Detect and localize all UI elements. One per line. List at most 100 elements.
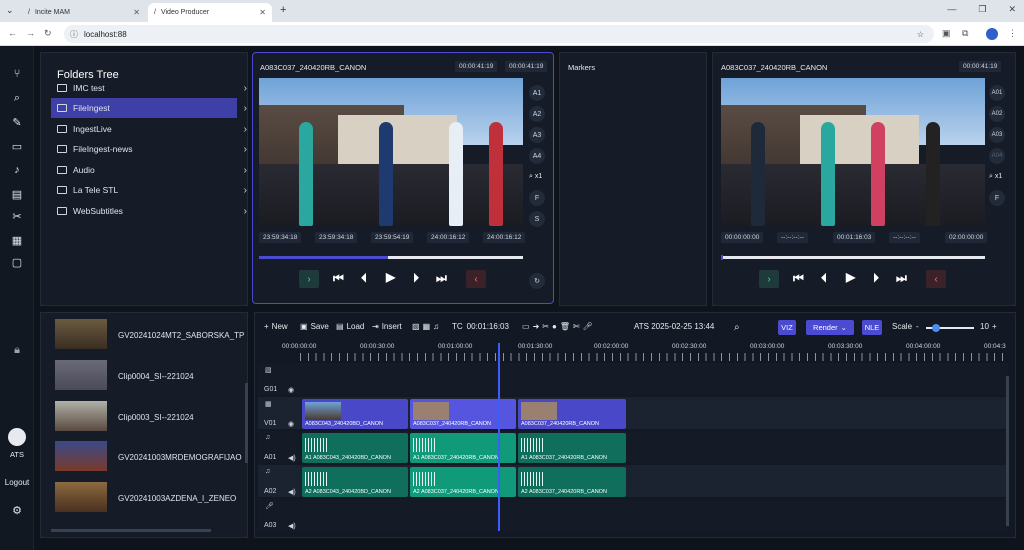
timeline-playhead[interactable] <box>498 343 500 531</box>
timeline-audio-clip[interactable]: A1 A083C043_240420BD_CANON <box>302 433 408 463</box>
mark-in-button[interactable]: › <box>299 270 319 288</box>
chevron-right-icon[interactable]: › <box>244 165 247 176</box>
step-back-icon[interactable]: ⏴ <box>361 271 367 286</box>
mark-out-button[interactable]: ‹ <box>926 270 946 288</box>
back-icon[interactable]: ← <box>8 28 17 38</box>
clip-list-hscrollbar[interactable] <box>51 529 211 532</box>
mark-in-button[interactable]: › <box>759 270 779 288</box>
forward-icon[interactable]: → <box>26 28 35 38</box>
tools-icon[interactable]: ✂ <box>9 208 25 224</box>
skip-start-icon[interactable]: ⏮ <box>793 271 804 286</box>
clip-list-scrollbar[interactable] <box>245 383 248 463</box>
step-back-icon[interactable]: ⏴ <box>821 271 827 286</box>
chevron-right-icon[interactable]: › <box>244 144 247 155</box>
restore-icon[interactable]: ❐ <box>978 4 986 15</box>
step-forward-icon[interactable]: ⏵ <box>873 271 879 286</box>
audio-a04-toggle[interactable]: A04 <box>989 148 1005 164</box>
insert-button[interactable]: ⇥ Insert <box>372 322 402 331</box>
load-button[interactable]: ▤ Load <box>336 322 364 331</box>
audio-a3-toggle[interactable]: A3 <box>529 127 545 143</box>
audio-a2-toggle[interactable]: A2 <box>529 106 545 122</box>
viz-button[interactable]: VIZ <box>778 320 796 335</box>
timeline-audio-clip[interactable]: A2 A083C043_240420BD_CANON <box>302 467 408 497</box>
mic-icon[interactable]: 🎤︎ <box>583 322 596 331</box>
monitor-icon[interactable]: ▭ <box>522 322 533 331</box>
eye-icon[interactable]: ◉ <box>288 386 294 394</box>
reload-icon[interactable]: ↻ <box>44 28 52 39</box>
profile-avatar[interactable] <box>986 28 998 40</box>
delete-icon[interactable]: 🗑︎ <box>560 322 573 331</box>
folder-icon[interactable]: ▢ <box>9 254 25 270</box>
folder-item-fileingest[interactable]: FileIngest › <box>51 98 247 118</box>
url-field[interactable]: ⓘ localhost:88 ☆ <box>64 25 934 43</box>
new-button[interactable]: + New <box>264 322 288 331</box>
safe-area-toggle[interactable]: S <box>529 211 545 227</box>
folder-item-fileingest-news[interactable]: FileIngest-news › <box>51 139 247 159</box>
tab-menu-icon[interactable]: ⌄ <box>6 5 14 16</box>
clip-item[interactable]: GV20241003AZDENA_I_ZENEO <box>52 482 242 518</box>
source-scrubber[interactable] <box>259 256 523 259</box>
timeline-audio-clip[interactable]: A1 A083C037_240420RB_CANON <box>518 433 626 463</box>
render-dropdown[interactable]: Render ⌄ <box>806 320 854 335</box>
clip-item[interactable]: GV20241024MT2_SABORSKA_TP <box>52 319 244 355</box>
minimize-icon[interactable]: — <box>947 4 956 15</box>
nle-button[interactable]: NLE <box>862 320 882 335</box>
folder-item-audio[interactable]: Audio › <box>51 160 247 180</box>
chevron-right-icon[interactable]: › <box>244 185 247 196</box>
film-icon[interactable]: ▦ <box>423 322 434 331</box>
puzzle-icon[interactable]: ⧉ <box>962 28 968 39</box>
audio-a1-toggle[interactable]: A1 <box>529 85 545 101</box>
step-forward-icon[interactable]: ⏵ <box>413 271 419 286</box>
skip-end-icon[interactable]: ⏭ <box>896 271 907 286</box>
timeline-audio-clip[interactable]: A2 A083C037_240420RB_CANON <box>518 467 626 497</box>
search-icon[interactable]: ⌕ <box>9 90 25 106</box>
scale-plus-icon[interactable]: + <box>992 322 997 331</box>
image-icon[interactable]: ▧ <box>412 322 423 331</box>
audio-a01-toggle[interactable]: A01 <box>989 85 1005 101</box>
close-icon[interactable]: ✕ <box>259 8 266 17</box>
lock-icon[interactable]: 🔒︎ <box>9 342 25 358</box>
more-menu-icon[interactable]: ⋮ <box>1008 28 1017 39</box>
new-tab-icon[interactable]: + <box>280 4 286 16</box>
clip-item[interactable]: Clip0003_SI--221024 <box>52 401 242 437</box>
timeline-video-clip[interactable]: A083C037_240420RB_CANON <box>410 399 516 429</box>
clip-item[interactable]: GV20241003MRDEMOGRAFIJAO <box>52 441 242 477</box>
folder-item-la-tele-stl[interactable]: La Tele STL › <box>51 180 247 200</box>
cut-icon[interactable]: ✂ <box>542 322 552 331</box>
fullscreen-toggle[interactable]: F <box>989 190 1005 206</box>
close-window-icon[interactable]: ✕ <box>1008 4 1016 15</box>
scale-minus-icon[interactable]: - <box>916 322 919 331</box>
timeline-video-clip[interactable]: A083C043_240420BD_CANON <box>302 399 408 429</box>
program-video-frame[interactable] <box>721 78 985 226</box>
skip-start-icon[interactable]: ⏮ <box>333 271 344 286</box>
music-icon[interactable]: ♫ <box>433 322 442 331</box>
close-icon[interactable]: ✕ <box>133 8 140 17</box>
folder-item-websubtitles[interactable]: WebSubtitles › <box>51 201 247 221</box>
inbox-icon[interactable]: ▭ <box>9 138 25 154</box>
chevron-right-icon[interactable]: › <box>244 83 247 94</box>
zoom-control[interactable]: ⌕ x1 <box>989 173 1002 181</box>
folder-item-ingestlive[interactable]: IngestLive › <box>51 119 247 139</box>
search-icon[interactable]: ⌕ <box>734 322 740 333</box>
split-icon[interactable]: ✄ <box>573 322 583 331</box>
timeline-video-clip[interactable]: A083C037_240420RB_CANON <box>518 399 626 429</box>
browser-tab-incite[interactable]: / Incite MAM ✕ <box>22 3 146 22</box>
speaker-icon[interactable]: ◀) <box>288 522 296 530</box>
bookmark-star-icon[interactable]: ☆ <box>917 30 924 39</box>
program-scrubber[interactable] <box>721 255 985 260</box>
grid-icon[interactable]: ▦ <box>9 232 25 248</box>
edit-icon[interactable]: ✎ <box>9 114 25 130</box>
timeline-audio-clip[interactable]: A1 A083C037_240420RB_CANON <box>410 433 516 463</box>
workflow-icon[interactable]: ⑂ <box>9 66 25 82</box>
timeline-audio-clip[interactable]: A2 A083C037_240420RB_CANON <box>410 467 516 497</box>
loop-icon[interactable]: ↻ <box>529 273 545 289</box>
audio-a4-toggle[interactable]: A4 <box>529 148 545 164</box>
speaker-icon[interactable]: ◀) <box>288 454 296 462</box>
save-button[interactable]: ▣ Save <box>300 322 329 331</box>
source-video-frame[interactable] <box>259 78 523 226</box>
logout-link[interactable]: Logout <box>0 478 34 487</box>
audio-a03-toggle[interactable]: A03 <box>989 127 1005 143</box>
play-icon[interactable]: ▶ <box>846 270 855 284</box>
browser-tab-video-producer[interactable]: / Video Producer ✕ <box>148 3 272 22</box>
timeline-scrollbar[interactable] <box>1006 376 1009 526</box>
